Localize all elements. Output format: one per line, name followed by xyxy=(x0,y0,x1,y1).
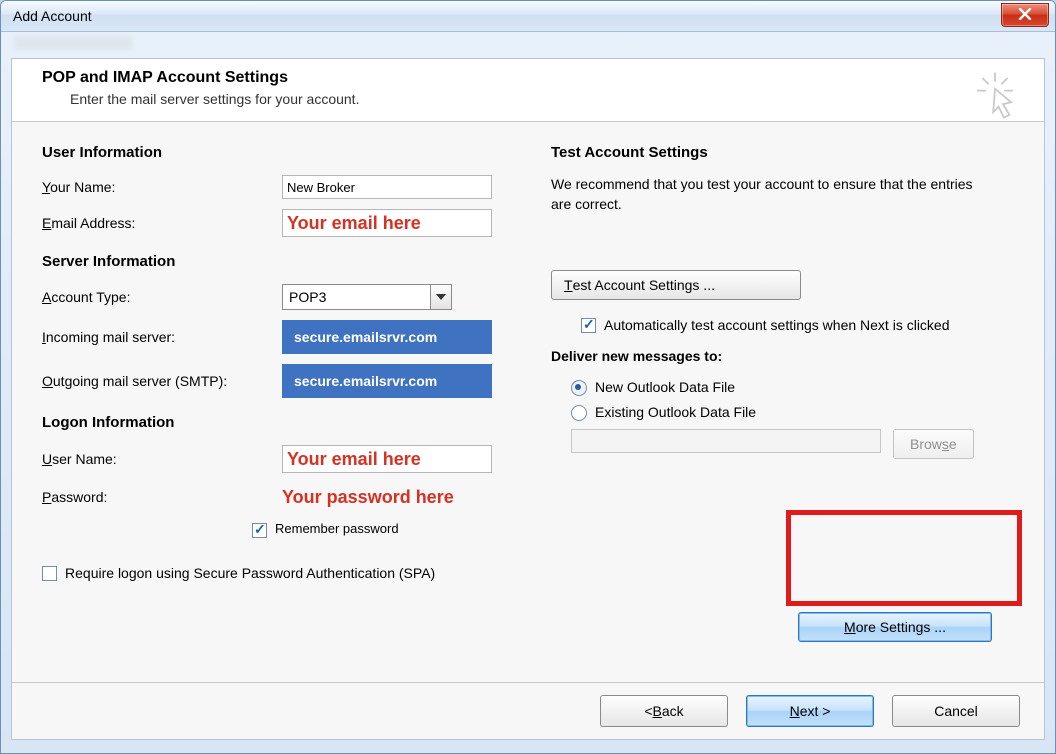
your-name-label: Your Name: xyxy=(42,179,282,195)
right-column: Test Account Settings We recommend that … xyxy=(551,144,1020,672)
remember-password-label: Remember password xyxy=(275,521,399,536)
chevron-down-icon[interactable] xyxy=(430,284,452,310)
account-type-label: Account Type: xyxy=(42,289,282,305)
browse-row: Browse xyxy=(571,429,1020,459)
outgoing-server-row: Outgoing mail server (SMTP): secure.emai… xyxy=(42,364,511,398)
panel-footer: < Back Next > Cancel xyxy=(12,682,1044,739)
outgoing-server-label: Outgoing mail server (SMTP): xyxy=(42,373,282,389)
spa-label: Require logon using Secure Password Auth… xyxy=(65,564,435,584)
new-data-file-row: New Outlook Data File xyxy=(571,378,1020,398)
deliver-heading: Deliver new messages to: xyxy=(551,348,1020,364)
email-label: Email Address: xyxy=(42,215,282,231)
spa-checkbox[interactable] xyxy=(42,566,57,581)
account-type-select[interactable] xyxy=(282,284,452,310)
cursor-click-icon xyxy=(968,69,1022,123)
test-account-text: We recommend that you test your account … xyxy=(551,175,991,214)
new-data-file-radio[interactable] xyxy=(571,380,587,396)
close-icon xyxy=(1018,8,1032,23)
incoming-server-label: Incoming mail server: xyxy=(42,329,282,345)
logon-information-heading: Logon Information xyxy=(42,414,511,431)
server-information-heading: Server Information xyxy=(42,253,511,270)
new-data-file-label: New Outlook Data File xyxy=(595,378,735,398)
account-type-value[interactable] xyxy=(282,284,452,310)
cancel-button[interactable]: Cancel xyxy=(892,695,1020,727)
your-name-input[interactable] xyxy=(282,175,492,199)
inactive-window-blur xyxy=(13,36,1055,52)
back-button[interactable]: < Back xyxy=(600,695,728,727)
incoming-server-row: Incoming mail server: secure.emailsrvr.c… xyxy=(42,320,511,354)
incoming-server-annotation[interactable]: secure.emailsrvr.com xyxy=(282,320,492,354)
your-name-row: Your Name: xyxy=(42,175,511,199)
existing-data-file-row: Existing Outlook Data File xyxy=(571,403,1020,423)
panel-header: POP and IMAP Account Settings Enter the … xyxy=(12,59,1044,122)
next-button[interactable]: Next > xyxy=(746,695,874,727)
test-account-settings-button[interactable]: Test Account Settings ... xyxy=(551,270,801,300)
panel-subtitle: Enter the mail server settings for your … xyxy=(70,91,1026,107)
user-information-heading: User Information xyxy=(42,144,511,161)
browse-button: Browse xyxy=(893,429,974,459)
close-button[interactable] xyxy=(1001,3,1049,27)
username-label: User Name: xyxy=(42,451,282,467)
left-column: User Information Your Name: Email Addres… xyxy=(42,144,511,672)
remember-password-row: Remember password xyxy=(252,521,511,538)
auto-test-row: Automatically test account settings when… xyxy=(581,316,961,336)
outgoing-server-annotation[interactable]: secure.emailsrvr.com xyxy=(282,364,492,398)
panel-body: User Information Your Name: Email Addres… xyxy=(12,122,1044,682)
username-input-annotation[interactable]: Your email here xyxy=(282,445,492,473)
existing-file-path-input xyxy=(571,429,881,453)
username-row: User Name: Your email here xyxy=(42,445,511,473)
main-panel: POP and IMAP Account Settings Enter the … xyxy=(11,58,1045,740)
test-account-heading: Test Account Settings xyxy=(551,144,1020,161)
auto-test-label: Automatically test account settings when… xyxy=(604,316,950,336)
auto-test-checkbox[interactable] xyxy=(581,318,596,333)
existing-data-file-label: Existing Outlook Data File xyxy=(595,403,756,423)
window-title: Add Account xyxy=(13,8,92,24)
spa-row: Require logon using Secure Password Auth… xyxy=(42,564,511,584)
existing-data-file-radio[interactable] xyxy=(571,405,587,421)
email-row: Email Address: Your email here xyxy=(42,209,511,237)
password-label: Password: xyxy=(42,489,282,505)
email-input-annotation[interactable]: Your email here xyxy=(282,209,492,237)
password-row: Password: Your password here xyxy=(42,483,511,511)
account-type-row: Account Type: xyxy=(42,284,511,310)
remember-password-checkbox[interactable] xyxy=(252,523,267,538)
panel-title: POP and IMAP Account Settings xyxy=(42,69,1026,87)
password-input-annotation[interactable]: Your password here xyxy=(282,483,492,511)
title-bar: Add Account xyxy=(1,1,1055,32)
more-settings-button[interactable]: More Settings ... xyxy=(798,612,992,642)
add-account-window: Add Account POP and IMAP Account Setting… xyxy=(0,0,1056,754)
